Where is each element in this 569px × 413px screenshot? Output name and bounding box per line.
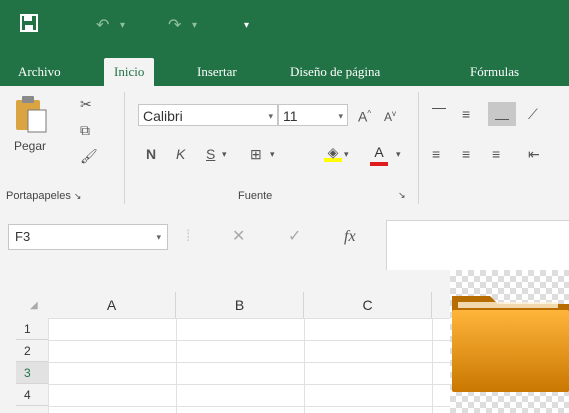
underline-button[interactable]: S — [206, 144, 215, 164]
formula-divider-icon: ⁞ — [186, 228, 191, 245]
font-color-icon: A — [374, 144, 384, 160]
font-color-swatch — [370, 162, 388, 166]
redo-icon[interactable]: ↷ — [168, 14, 181, 38]
save-icon[interactable] — [20, 14, 38, 38]
grow-font-label: A — [358, 108, 368, 125]
grow-font-button[interactable]: A^ — [358, 104, 371, 127]
ribbon: Pegar ✂ ⧉ 🖌 Portapapeles ↘ Calibri ▾ 11 … — [0, 86, 569, 211]
ribbon-divider — [418, 92, 419, 204]
chevron-down-icon[interactable]: ▾ — [338, 105, 343, 127]
undo-dropdown-icon[interactable]: ▾ — [120, 14, 125, 38]
align-top-icon[interactable]: ⎺ — [432, 104, 446, 124]
dialog-launcher-icon[interactable]: ↘ — [74, 191, 82, 201]
ribbon-divider — [124, 92, 125, 204]
enter-icon[interactable]: ✓ — [288, 224, 301, 250]
folder-icon[interactable] — [450, 290, 569, 400]
tab-page-layout[interactable]: Diseño de página — [290, 58, 380, 86]
align-center-icon[interactable]: ≡ — [462, 144, 470, 164]
dialog-launcher-icon[interactable]: ↘ — [398, 190, 406, 201]
orientation-icon[interactable]: ⟋ — [528, 104, 538, 124]
font-name-combo[interactable]: Calibri ▾ — [138, 104, 278, 126]
insert-function-icon[interactable]: fx — [344, 224, 356, 250]
chevron-down-icon[interactable]: ▾ — [344, 144, 349, 164]
select-all-icon[interactable]: ◢ — [30, 300, 38, 311]
borders-icon[interactable]: ⊞ — [250, 144, 262, 164]
align-right-icon[interactable]: ≡ — [492, 144, 500, 164]
tab-formulas[interactable]: Fórmulas — [470, 58, 519, 86]
name-box[interactable]: F3 ▾ — [8, 224, 168, 250]
format-painter-icon[interactable]: 🖌 — [80, 146, 98, 166]
chevron-down-icon[interactable]: ▾ — [268, 105, 273, 127]
undo-icon[interactable]: ↶ — [96, 14, 109, 38]
align-bottom-icon: ⎽ — [495, 104, 509, 120]
fill-color-button[interactable]: ◈ — [324, 142, 342, 162]
decrease-indent-icon[interactable]: ⇤ — [528, 144, 540, 164]
tab-home[interactable]: Inicio — [104, 58, 155, 86]
italic-button[interactable]: K — [176, 144, 185, 164]
tab-file[interactable]: Archivo — [18, 58, 61, 86]
row-header-4[interactable]: 4 — [16, 384, 48, 406]
chevron-down-icon[interactable]: ▾ — [222, 144, 227, 164]
font-color-button[interactable]: A — [370, 142, 388, 166]
title-bar: ↶ ▾ ↷ ▾ ▾ Archivo Inicio Insertar Diseño… — [0, 0, 569, 88]
font-size-combo[interactable]: 11 ▾ — [278, 104, 348, 126]
paste-label: Pegar — [13, 139, 47, 153]
align-middle-icon[interactable]: ≡ — [462, 104, 470, 124]
chevron-down-icon[interactable]: ▾ — [270, 144, 275, 164]
shrink-font-label: A — [384, 110, 393, 124]
copy-icon[interactable]: ⧉ — [80, 120, 90, 140]
font-name-value: Calibri — [143, 108, 183, 124]
paste-button[interactable]: Pegar — [10, 92, 50, 156]
row-header-1[interactable]: 1 — [16, 318, 48, 340]
column-header-a[interactable]: A — [48, 292, 176, 318]
cut-icon[interactable]: ✂ — [80, 94, 92, 114]
align-left-icon[interactable]: ≡ — [432, 144, 440, 164]
fill-color-icon: ◈ — [327, 144, 339, 160]
formula-area: F3 ▾ ⁞ ✕ ✓ fx — [0, 210, 569, 281]
chevron-down-icon[interactable]: ▾ — [156, 225, 161, 249]
clipboard-group-label: Portapapeles ↘ — [6, 190, 81, 202]
font-size-value: 11 — [283, 108, 298, 124]
column-header-b[interactable]: B — [176, 292, 304, 318]
cancel-icon[interactable]: ✕ — [232, 224, 245, 250]
bold-button[interactable]: N — [146, 144, 156, 164]
tab-insert[interactable]: Insertar — [197, 58, 237, 86]
align-bottom-button[interactable]: ⎽ — [488, 102, 516, 126]
clipboard-group-text: Portapapeles — [6, 190, 71, 202]
customize-icon[interactable]: ▾ — [244, 14, 249, 38]
clipboard-icon — [16, 96, 47, 133]
shrink-font-button[interactable]: Av — [384, 104, 396, 127]
row-header-3[interactable]: 3 — [16, 362, 48, 384]
redo-dropdown-icon[interactable]: ▾ — [192, 14, 197, 38]
chevron-down-icon[interactable]: ▾ — [396, 144, 401, 164]
column-header-c[interactable]: C — [304, 292, 432, 318]
row-header-2[interactable]: 2 — [16, 340, 48, 362]
name-box-value: F3 — [15, 229, 31, 244]
font-group-label: Fuente — [238, 190, 273, 202]
